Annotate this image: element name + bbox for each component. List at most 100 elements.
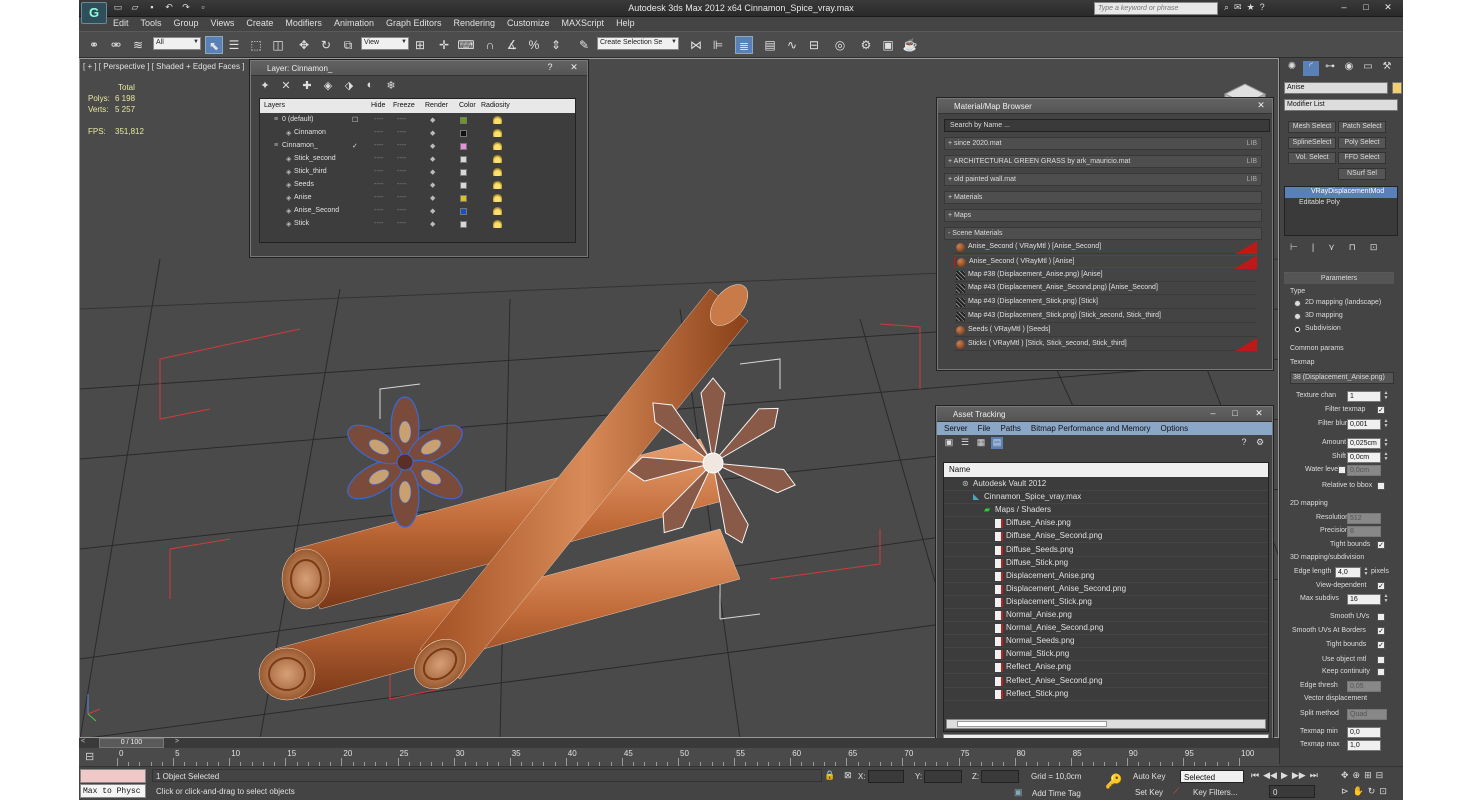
menu-customize[interactable]: Customize	[501, 17, 556, 31]
hide-toggle[interactable]: ----	[374, 116, 383, 123]
rectangular-selection-icon[interactable]: ⬚	[247, 36, 265, 54]
render-teapot-icon[interactable]: ◆	[430, 155, 435, 163]
hide-toggle[interactable]: ----	[374, 220, 383, 227]
menu-maxscript[interactable]: MAXScript	[556, 17, 611, 31]
prev-frame-icon[interactable]: <	[81, 738, 85, 745]
material-editor-icon[interactable]: ◎	[831, 36, 849, 54]
open-file-icon[interactable]: ▱	[128, 1, 142, 14]
asset-tree-row[interactable]: Normal_Anise.png	[944, 609, 1268, 622]
modifier-button-mesh-select[interactable]: Mesh Select	[1288, 121, 1336, 133]
minimize-icon[interactable]: –	[1334, 1, 1354, 14]
display-tab-icon[interactable]: ▭	[1360, 61, 1376, 76]
material-library-group[interactable]: + old painted wall.mat LIB	[944, 173, 1262, 186]
shift-spinner[interactable]: ▲ ▼	[1383, 452, 1389, 463]
texmap-max-field[interactable]: 1,0	[1347, 740, 1381, 751]
configure-sets-icon[interactable]: ⊡	[1370, 242, 1378, 253]
asset-tree-row[interactable]: Reflect_Anise_Second.png	[944, 675, 1268, 688]
keep-continuity-checkbox[interactable]	[1377, 668, 1385, 676]
unlink-icon[interactable]: ⚮	[107, 36, 125, 54]
tight-bounds-3d-checkbox[interactable]: ✓	[1377, 641, 1385, 649]
material-library-group[interactable]: - Scene Materials	[944, 227, 1262, 240]
use-object-mtl-checkbox[interactable]	[1377, 656, 1385, 664]
layer-row[interactable]: ◈ Seeds ---- ---- ◆	[260, 179, 576, 192]
layer-color-swatch[interactable]	[460, 208, 467, 215]
layer-column-hide[interactable]: Hide	[371, 102, 385, 109]
search-icon[interactable]: ⌕	[1224, 2, 1229, 13]
absolute-mode-icon[interactable]: ⊠	[844, 770, 852, 781]
maximize-icon[interactable]: □	[1228, 408, 1242, 420]
radiosity-icon[interactable]	[493, 155, 502, 163]
maxscript-listener-pink[interactable]	[80, 769, 146, 783]
asset-tree-row[interactable]: Normal_Anise_Second.png	[944, 622, 1268, 636]
help-icon[interactable]: ?	[1260, 2, 1265, 13]
parameters-rollout-header[interactable]: Parameters	[1284, 272, 1394, 284]
texture-chan-spinner[interactable]: ▲ ▼	[1383, 391, 1389, 402]
object-name-field[interactable]: Anise	[1284, 82, 1388, 94]
modifier-button-nsurf-sel[interactable]: NSurf Sel	[1338, 168, 1386, 180]
render-teapot-icon[interactable]: ◆	[430, 220, 435, 228]
align-icon[interactable]: ⊫	[709, 36, 727, 54]
snaps-toggle-icon[interactable]: ∩	[481, 36, 499, 54]
mirror-icon[interactable]: ⋈	[687, 36, 705, 54]
shift-field[interactable]: 0,0cm	[1347, 452, 1381, 463]
radiosity-icon[interactable]	[493, 142, 502, 150]
layer-color-swatch[interactable]	[460, 156, 467, 163]
list-view-icon[interactable]: ☰	[959, 437, 971, 449]
asset-tree-row[interactable]: Displacement_Anise.png	[944, 570, 1268, 583]
layer-color-swatch[interactable]	[460, 130, 467, 137]
render-teapot-icon[interactable]: ◆	[430, 116, 435, 124]
zoom-extents-all-icon[interactable]: ⊟	[1376, 770, 1384, 781]
close-icon[interactable]: ✕	[1378, 1, 1398, 14]
modifier-button-patch-select[interactable]: Patch Select	[1338, 121, 1386, 133]
layer-color-swatch[interactable]	[460, 182, 467, 189]
lock-selection-icon[interactable]: 🔒	[824, 770, 835, 781]
play-icon[interactable]: ▶	[1281, 770, 1288, 781]
menu-rendering[interactable]: Rendering	[448, 17, 502, 31]
asset-tree-row[interactable]: Normal_Stick.png	[944, 648, 1268, 662]
menu-modifiers[interactable]: Modifiers	[279, 17, 328, 31]
communication-center-icon[interactable]: ✉	[1234, 2, 1242, 13]
view-dependent-checkbox[interactable]: ✓	[1377, 582, 1385, 590]
menu-create[interactable]: Create	[240, 17, 279, 31]
hide-all-icon[interactable]: ◐	[364, 79, 376, 93]
x-coordinate-field[interactable]	[868, 770, 904, 783]
pan-icon[interactable]: ✋	[1353, 786, 1364, 797]
texmap-min-field[interactable]: 0,0	[1347, 727, 1381, 738]
material-search-input[interactable]: Search by Name ...	[944, 119, 1270, 132]
add-time-tag-button[interactable]: Add Time Tag	[1032, 789, 1081, 798]
pivot-center-icon[interactable]: ⊞	[411, 36, 429, 54]
thumbnail-view-icon[interactable]: ▦	[975, 437, 987, 449]
material-library-group[interactable]: + Maps	[944, 209, 1262, 222]
material-library-group[interactable]: + Materials	[944, 191, 1262, 204]
asset-tracking-titlebar[interactable]: Asset Tracking – □ ✕	[937, 407, 1272, 422]
layer-row[interactable]: ◈ Stick_third ---- ---- ◆	[260, 166, 576, 179]
select-objects-icon[interactable]: ◈	[322, 79, 334, 93]
filter-blur-field[interactable]: 0,001	[1347, 419, 1381, 430]
select-by-name-icon[interactable]: ☰	[225, 36, 243, 54]
amount-spinner[interactable]: ▲ ▼	[1383, 438, 1389, 449]
set-key-button[interactable]: Set Key	[1135, 788, 1163, 797]
tight-bounds-checkbox[interactable]: ✓	[1377, 541, 1385, 549]
hide-toggle[interactable]: ----	[374, 194, 383, 201]
edit-named-selection-icon[interactable]: ✎	[575, 36, 593, 54]
freeze-toggle[interactable]: ----	[397, 181, 406, 188]
smooth-uvs-borders-checkbox[interactable]: ✓	[1377, 627, 1385, 635]
asset-tree-row[interactable]: Displacement_Stick.png	[944, 596, 1268, 609]
hierarchy-tab-icon[interactable]: ⊶	[1322, 61, 1338, 76]
asset-tree-row[interactable]: Diffuse_Stick.png	[944, 557, 1268, 570]
scene-material-item[interactable]: Sticks ( VRayMtl ) [Stick, Stick_second,…	[954, 337, 1257, 351]
render-teapot-icon[interactable]: ◆	[430, 142, 435, 150]
project-folder-icon[interactable]: ▫	[196, 1, 210, 14]
current-layer-marker[interactable]: ☐	[352, 116, 358, 124]
max-subdivs-field[interactable]: 16	[1347, 594, 1381, 605]
highlight-selected-icon[interactable]: ⬗	[343, 79, 355, 93]
freeze-toggle[interactable]: ----	[397, 116, 406, 123]
help-button[interactable]: ?	[543, 62, 557, 74]
render-setup-icon[interactable]: ⚙	[857, 36, 875, 54]
utilities-tab-icon[interactable]: ⚒	[1379, 61, 1395, 76]
scene-material-item[interactable]: Map #43 (Displacement_Anise_Second.png) …	[954, 282, 1257, 296]
rendered-frame-window-icon[interactable]: ▣	[879, 36, 897, 54]
track-bar[interactable]: ⊟ 0 5 10 15 20 25 30 35 40 45 50 55 60 65 70 75 80 85 90 95…	[79, 748, 1279, 766]
freeze-toggle[interactable]: ----	[397, 194, 406, 201]
schematic-view-icon[interactable]: ⊟	[805, 36, 823, 54]
